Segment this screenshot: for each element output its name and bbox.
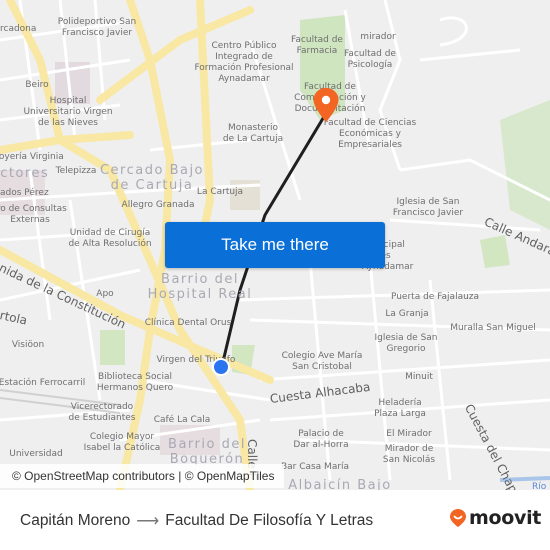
green-area bbox=[100, 330, 125, 365]
poi-label: Monasterio de La Cartuja bbox=[222, 123, 284, 144]
district-label: Albaicín Bajo bbox=[288, 478, 392, 490]
moovit-pin-icon bbox=[450, 509, 466, 527]
district-label: octores bbox=[0, 166, 50, 181]
poi-label: mirador bbox=[360, 32, 396, 42]
moovit-wordmark: moovit bbox=[469, 507, 542, 529]
poi-label: El Mirador bbox=[386, 429, 432, 439]
poi-label: Vicerectorado de Estudiantes bbox=[68, 402, 136, 423]
poi-label: Facultad de Farmacia bbox=[291, 35, 343, 56]
poi-label: Allegro Granada bbox=[121, 200, 195, 210]
poi-label: tro de Consultas Externas bbox=[0, 204, 67, 225]
poi-label: Café La Cala bbox=[153, 415, 211, 425]
poi-label: Joyería Virginia bbox=[0, 152, 64, 162]
origin-name: Capitán Moreno bbox=[20, 512, 131, 529]
poi-label: Hospital Universitario Virgen de las Nie… bbox=[23, 96, 113, 128]
moovit-logo[interactable]: moovit bbox=[449, 507, 541, 529]
poi-label: Heladería Plaza Larga bbox=[374, 398, 426, 419]
poi-label: Clínica Dental Orus bbox=[144, 318, 232, 328]
poi-label: Mirador de San Nicolás bbox=[382, 444, 436, 465]
poi-label: rcadona bbox=[0, 24, 37, 34]
poi-label: Estación Ferrocarril bbox=[0, 378, 86, 388]
poi-label: Colegio Ave María San Cristobal bbox=[281, 351, 363, 372]
poi-label: Apo bbox=[96, 289, 114, 299]
poi-label: Colegio Mayor Isabel la Católica bbox=[83, 432, 161, 453]
poi-label: Muralla San Miguel bbox=[450, 323, 536, 333]
take-me-there-button[interactable]: Take me there bbox=[165, 222, 385, 268]
poi-label: Centro Público Integrado de Formación Pr… bbox=[194, 41, 294, 84]
green-area bbox=[480, 235, 510, 268]
poi-label: Unidad de Cirugía de Alta Resolución bbox=[68, 228, 152, 249]
map-attribution[interactable]: © OpenStreetMap contributors | © OpenMap… bbox=[0, 464, 285, 488]
poi-label: Puerta de Fajalauza bbox=[390, 292, 480, 302]
poi-label: Visiöon bbox=[11, 340, 45, 350]
green-area bbox=[500, 100, 550, 230]
poi-label: La Granja bbox=[385, 309, 429, 319]
route-footer: Capitán Moreno ⟶ Facultad De Filosofía Y… bbox=[0, 490, 550, 550]
map-view[interactable]: Polideportivo San Francisco Javier rcado… bbox=[0, 0, 550, 490]
poi-label: Río bbox=[532, 482, 547, 490]
poi-label: Universidad bbox=[9, 449, 63, 459]
poi-label: Palacio de Dar al-Horra bbox=[293, 429, 349, 450]
poi-label: ados Pérez bbox=[0, 188, 49, 198]
poi-label: Biblioteca Social Hermanos Quero bbox=[96, 372, 174, 393]
poi-label: Iglesia de San Gregorio bbox=[374, 333, 438, 354]
poi-label: Beiro bbox=[25, 80, 49, 90]
district-label: Cercado Bajo de Cartuja bbox=[99, 163, 205, 193]
district-label: Barrio del Boquerón bbox=[168, 437, 246, 467]
arrow-right-icon: ⟶ bbox=[136, 513, 160, 530]
destination-name: Facultad De Filosofía Y Letras bbox=[165, 512, 374, 529]
route-summary: Capitán Moreno ⟶ Facultad De Filosofía Y… bbox=[20, 511, 373, 531]
origin-location-icon[interactable] bbox=[212, 358, 230, 376]
district-label: Barrio del Hospital Real bbox=[147, 272, 253, 302]
poi-label: Iglesia de San Francisco Javier bbox=[392, 197, 464, 218]
poi-label: Facultad de Psicología bbox=[344, 49, 396, 70]
poi-label: Telepizza bbox=[55, 166, 97, 176]
poi-label: Bar Casa María bbox=[280, 462, 350, 472]
destination-pin-icon[interactable] bbox=[312, 87, 340, 127]
poi-label: Polideportivo San Francisco Javier bbox=[57, 17, 137, 38]
poi-label: Minuit bbox=[405, 372, 433, 382]
